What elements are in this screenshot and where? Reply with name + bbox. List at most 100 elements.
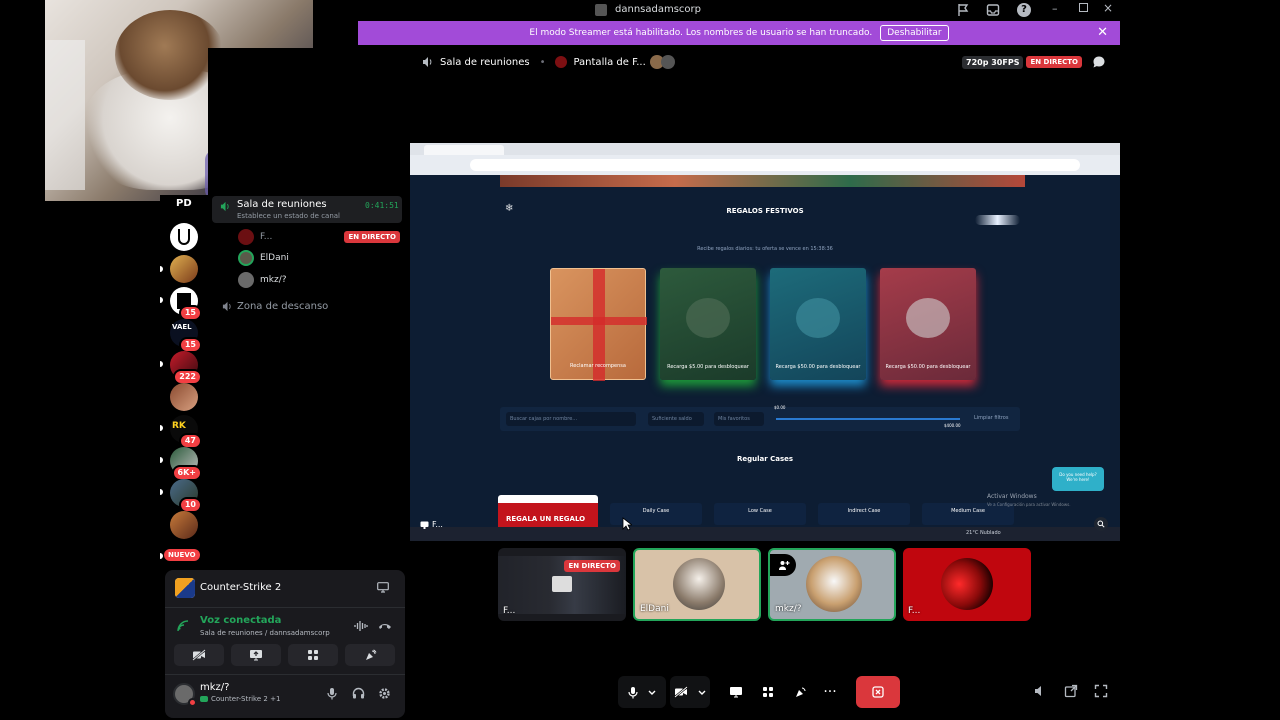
server-icon[interactable]: VAEL 15 — [170, 319, 202, 353]
users-icon — [779, 561, 790, 570]
browser-chrome — [410, 143, 1120, 175]
gift-card[interactable]: Recarga $5.00 para desbloquear — [660, 268, 756, 380]
gift-label: Recarga $50.00 para desbloquear — [885, 364, 971, 370]
filter-favorites[interactable]: Mis favoritos — [714, 412, 764, 426]
streamer-banner-text: El modo Streamer está habilitado. Los no… — [529, 28, 873, 38]
soundboard-button[interactable] — [790, 676, 810, 708]
voice-status[interactable]: Voz conectada — [200, 615, 281, 626]
stream-game-icon[interactable] — [377, 582, 389, 593]
share-screen-button[interactable] — [726, 676, 746, 708]
pop-out-icon[interactable] — [1064, 684, 1078, 698]
activities-button[interactable] — [288, 644, 338, 666]
participant-name: F... — [908, 606, 921, 616]
settings-gear-icon[interactable] — [378, 687, 391, 700]
gamepad-icon — [200, 696, 208, 702]
share-screen-button[interactable] — [231, 644, 281, 666]
section-title: Regular Cases — [736, 455, 794, 463]
chevron-down-icon — [698, 690, 706, 695]
soundboard-button[interactable] — [345, 644, 395, 666]
voice-user[interactable]: mkz/? — [238, 271, 287, 289]
case-card[interactable]: Low Case — [714, 503, 806, 525]
gifts-subheading: Recibe regalos diarios: tu oferta se ven… — [697, 246, 833, 252]
status-dot — [188, 698, 197, 707]
screen-name[interactable]: Pantalla de F... — [573, 57, 645, 68]
active-voice-channel[interactable]: Sala de reuniones Establece un estado de… — [212, 196, 402, 223]
price-slider[interactable] — [776, 418, 960, 420]
more-options-icon[interactable]: ··· — [820, 676, 840, 708]
fullscreen-icon[interactable] — [1094, 684, 1108, 698]
game-icon — [175, 578, 195, 598]
minimize-icon[interactable]: – — [1052, 2, 1058, 15]
filter-balance[interactable]: Suficiente saldo — [648, 412, 704, 426]
participant-name: F... — [503, 606, 516, 616]
weather-text: 21°C Nublado — [966, 530, 1001, 536]
tile-controls[interactable] — [770, 554, 796, 576]
activate-windows-title: Activar Windows — [987, 493, 1037, 500]
camera-button[interactable] — [670, 676, 710, 708]
avatar — [238, 272, 254, 288]
participant-tile[interactable]: mkz/? — [768, 548, 896, 621]
windows-taskbar: 21°C Nublado — [410, 527, 1120, 541]
server-icon[interactable] — [170, 223, 198, 251]
server-icon[interactable]: RK 47 — [170, 415, 202, 449]
participant-tile[interactable]: ElDani — [633, 548, 761, 621]
call-timer: 0:41:51 — [365, 201, 399, 210]
help-chat-bubble[interactable]: Do you need help? We're here! — [1052, 467, 1104, 491]
volume-icon[interactable] — [1034, 684, 1048, 698]
disable-streamer-button[interactable]: Deshabilitar — [880, 25, 949, 41]
server-icon[interactable]: 10 — [170, 479, 202, 513]
user-avatar[interactable] — [173, 683, 197, 707]
streamer-mode-banner: El modo Streamer está habilitado. Los no… — [358, 21, 1120, 45]
clear-filters[interactable]: Limpiar filtros — [974, 415, 1008, 421]
game-name: Counter-Strike 2 — [200, 582, 282, 593]
server-icon[interactable] — [170, 511, 198, 539]
case-card[interactable]: Indirect Case — [818, 503, 910, 525]
avatar — [673, 558, 725, 610]
maximize-icon[interactable] — [1079, 3, 1088, 12]
help-icon[interactable]: ? — [1017, 3, 1031, 17]
headset-icon[interactable] — [352, 687, 365, 699]
participant-tile[interactable]: F... — [903, 548, 1031, 621]
chat-icon[interactable] — [1092, 55, 1106, 69]
disconnect-icon[interactable] — [378, 622, 392, 631]
microphone-icon[interactable] — [327, 687, 337, 700]
gift-card[interactable]: Reclamar recompensa — [550, 268, 647, 381]
stream-label: F... — [420, 520, 443, 529]
live-badge: EN DIRECTO — [344, 231, 400, 243]
server-icon[interactable]: 15 — [170, 287, 202, 321]
user-name[interactable]: mkz/? — [200, 682, 229, 693]
close-window-icon[interactable]: × — [1103, 1, 1113, 15]
range-min: $0.00 — [774, 405, 786, 410]
filter-bar: Buscar cajas por nombre... Suficiente sa… — [500, 405, 1020, 431]
new-badge: NUEVO — [164, 549, 200, 561]
participant-tile[interactable]: EN DIRECTO F... — [498, 548, 626, 621]
voice-channel-lounge[interactable]: Zona de descanso — [237, 301, 328, 312]
voice-channel-name: Sala de reuniones — [237, 199, 327, 210]
gift-card[interactable]: Recarga $50.00 para desbloquear — [880, 268, 976, 380]
gift-card[interactable]: Recarga $50.00 para desbloquear — [770, 268, 866, 380]
server-icon[interactable]: 6K+ — [170, 447, 202, 481]
inbox-icon[interactable] — [986, 3, 1000, 17]
leave-call-button[interactable] — [856, 676, 900, 708]
voice-location[interactable]: Sala de reuniones / dannsadamscorp — [200, 629, 330, 637]
noise-suppression-icon[interactable] — [354, 620, 368, 632]
zoom-icon[interactable] — [1094, 517, 1108, 531]
promo-text: REGALA UN REGALO — [506, 515, 586, 523]
screen-share-stream[interactable]: ❄ REGALOS FESTIVOS Recibe regalos diario… — [410, 143, 1120, 541]
activities-button[interactable] — [758, 676, 778, 708]
voice-user[interactable]: ElDani — [238, 249, 289, 267]
case-search-input[interactable]: Buscar cajas por nombre... — [506, 412, 636, 426]
server-icon[interactable] — [170, 383, 198, 411]
channel-status[interactable]: Establece un estado de canal — [237, 212, 340, 220]
flag-icon[interactable] — [956, 3, 970, 17]
voice-user[interactable]: F... EN DIRECTO — [238, 228, 400, 246]
microphone-button[interactable] — [618, 676, 666, 708]
server-icon[interactable]: 222 — [170, 351, 202, 385]
channel-panel: Sala de reuniones Establece un estado de… — [208, 48, 410, 570]
dismiss-banner-icon[interactable]: ✕ — [1097, 25, 1108, 40]
server-icon[interactable] — [170, 255, 198, 283]
snow-decoration — [975, 215, 1020, 225]
speaker-icon — [222, 301, 233, 312]
camera-off-button[interactable] — [174, 644, 224, 666]
speaker-icon — [422, 56, 434, 68]
